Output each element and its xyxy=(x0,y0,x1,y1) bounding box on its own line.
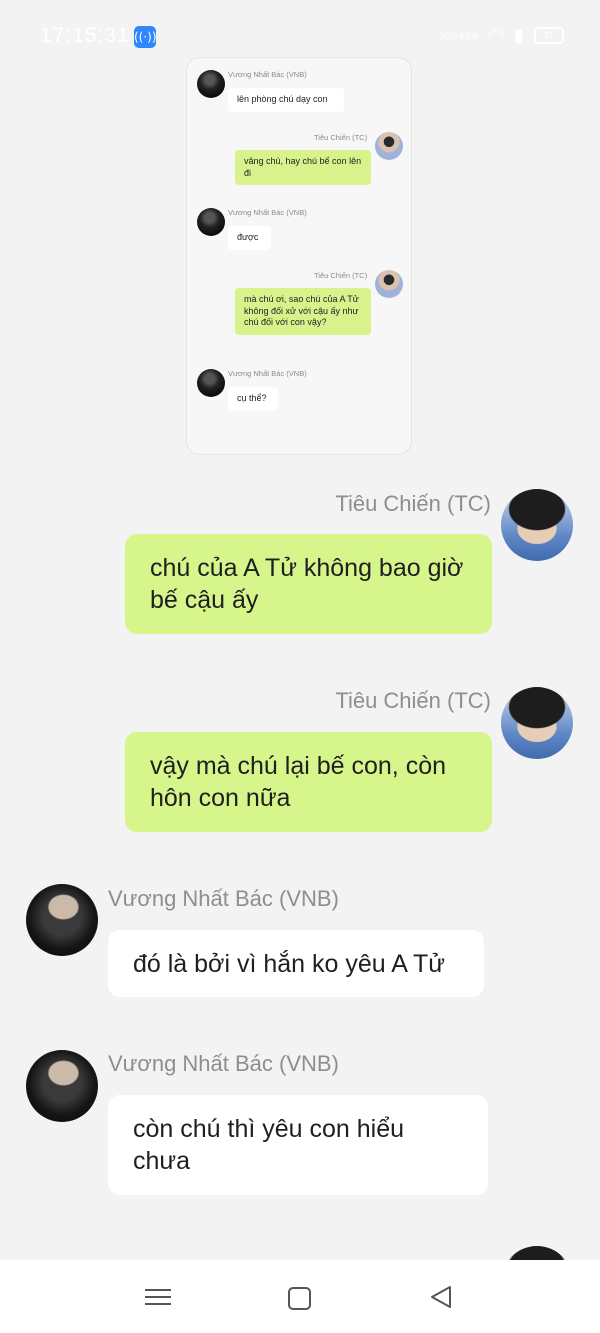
back-icon[interactable] xyxy=(428,1284,454,1310)
sender-name: Vương Nhất Bác (VNB) xyxy=(108,1051,339,1076)
network-speed: 36.0 KB/s xyxy=(439,30,479,41)
message-bubble[interactable]: chú của A Tử không bao giờ bế cậu ấy xyxy=(125,534,492,634)
signal-icon: ▮ xyxy=(514,25,524,46)
sender-name: Tiêu Chiến (TC) xyxy=(314,133,368,142)
message-bubble: cụ thể? xyxy=(228,387,278,411)
avatar xyxy=(375,132,403,160)
avatar xyxy=(375,270,403,298)
avatar[interactable] xyxy=(501,687,573,759)
embedded-chat-screenshot[interactable]: Vương Nhất Bác (VNB) lên phòng chú dạy c… xyxy=(186,57,412,455)
battery-icon: 31 xyxy=(534,27,564,44)
sender-name: Vương Nhất Bác (VNB) xyxy=(228,369,307,378)
sender-name: Vương Nhất Bác (VNB) xyxy=(108,886,339,911)
menu-icon[interactable] xyxy=(145,1284,171,1310)
status-indicators: 36.0 KB/s ◠ ▮ 31 xyxy=(439,25,564,46)
message-bubble[interactable]: đó là bởi vì hắn ko yêu A Tử xyxy=(108,930,484,997)
sender-name: Vương Nhất Bác (VNB) xyxy=(228,70,307,79)
sender-name: Tiêu Chiến (TC) xyxy=(314,271,368,280)
status-time: 17:15:31 xyxy=(40,24,130,47)
sender-name: Tiêu Chiến (TC) xyxy=(335,688,491,713)
avatar[interactable] xyxy=(26,884,98,956)
avatar xyxy=(197,208,225,236)
sender-name: Vương Nhất Bác (VNB) xyxy=(228,208,307,217)
message-bubble: vâng chú, hay chú bế con lên đi xyxy=(235,150,371,185)
message-bubble: được xyxy=(228,226,271,250)
home-icon[interactable] xyxy=(288,1287,311,1310)
broadcast-icon: ((·)) xyxy=(134,26,157,48)
avatar xyxy=(197,70,225,98)
message-bubble[interactable]: vậy mà chú lại bế con, còn hôn con nữa xyxy=(125,732,492,832)
avatar[interactable] xyxy=(501,489,573,561)
message-bubble: lên phòng chú dạy con xyxy=(228,88,344,112)
avatar xyxy=(197,369,225,397)
sender-name: Tiêu Chiến (TC) xyxy=(335,491,491,516)
wifi-icon: ◠ xyxy=(488,25,505,46)
message-bubble: mà chú ơi, sao chú của A Tử không đối xử… xyxy=(235,288,371,335)
message-bubble[interactable]: còn chú thì yêu con hiểu chưa xyxy=(108,1095,488,1195)
avatar[interactable] xyxy=(26,1050,98,1122)
navigation-bar xyxy=(0,1260,600,1333)
